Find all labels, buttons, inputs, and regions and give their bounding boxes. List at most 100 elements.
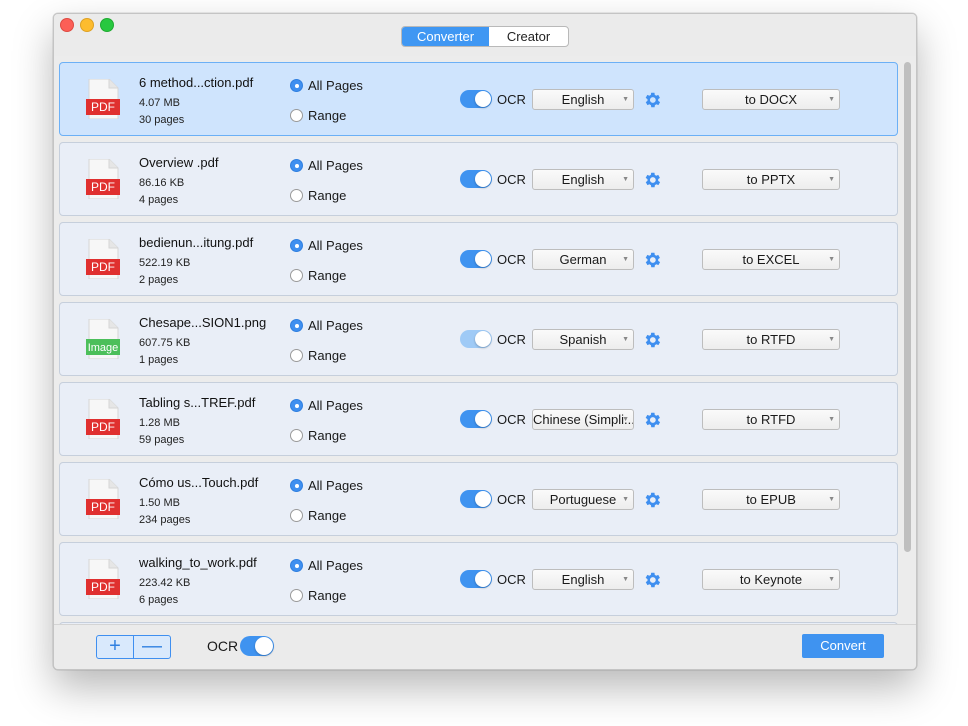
ocr-toggle[interactable] — [460, 250, 492, 268]
range-label[interactable]: Range — [308, 188, 346, 203]
range-radio[interactable] — [290, 109, 303, 122]
gear-icon[interactable] — [642, 410, 662, 430]
global-ocr-toggle[interactable] — [240, 636, 274, 656]
file-row[interactable]: PDF walking_to_work.pdf 223.42 KB 6 pages Al… — [59, 542, 898, 616]
ocr-toggle[interactable] — [460, 330, 492, 348]
language-select[interactable]: Spanish ▼ — [532, 329, 634, 350]
output-format-value: to RTFD — [746, 332, 796, 347]
file-page-count: 59 pages — [139, 434, 185, 446]
all-pages-label[interactable]: All Pages — [308, 478, 363, 493]
output-format-select[interactable]: to RTFD ▼ — [702, 409, 840, 430]
pdf-file-icon: PDF — [86, 478, 120, 520]
all-pages-radio[interactable] — [290, 159, 303, 172]
range-radio[interactable] — [290, 189, 303, 202]
all-pages-radio[interactable] — [290, 559, 303, 572]
ocr-toggle[interactable] — [460, 170, 492, 188]
file-type-label: PDF — [91, 500, 115, 514]
global-ocr-label: OCR — [207, 638, 239, 654]
all-pages-label[interactable]: All Pages — [308, 558, 363, 573]
remove-file-button[interactable]: — — [134, 636, 170, 658]
file-type-label: PDF — [91, 100, 115, 114]
gear-icon[interactable] — [642, 170, 662, 190]
all-pages-radio[interactable] — [290, 79, 303, 92]
all-pages-label[interactable]: All Pages — [308, 318, 363, 333]
output-format-select[interactable]: to EPUB ▼ — [702, 489, 840, 510]
range-radio[interactable] — [290, 349, 303, 362]
app-window: Converter Creator PDF 6 method...ction.pd… — [53, 13, 917, 670]
file-list: PDF 6 method...ction.pdf 4.07 MB 30 pages Al… — [54, 56, 916, 624]
output-format-value: to Keynote — [739, 572, 803, 587]
language-select[interactable]: Chinese (Simpli... ▼ — [532, 409, 634, 430]
chevron-down-icon: ▼ — [622, 576, 629, 583]
language-select[interactable]: English ▼ — [532, 169, 634, 190]
language-value: Spanish — [559, 332, 607, 347]
file-row[interactable]: PDF bedienun...itung.pdf 522.19 KB 2 pages A… — [59, 222, 898, 296]
file-size: 607.75 KB — [139, 337, 191, 349]
range-radio[interactable] — [290, 429, 303, 442]
ocr-toggle[interactable] — [460, 410, 492, 428]
chevron-down-icon: ▼ — [828, 496, 835, 503]
all-pages-radio[interactable] — [290, 319, 303, 332]
all-pages-label[interactable]: All Pages — [308, 78, 363, 93]
gear-icon[interactable] — [642, 250, 662, 270]
language-select[interactable]: Portuguese ▼ — [532, 489, 634, 510]
gear-icon[interactable] — [642, 570, 662, 590]
all-pages-radio[interactable] — [290, 239, 303, 252]
output-format-select[interactable]: to PPTX ▼ — [702, 169, 840, 190]
gear-icon[interactable] — [642, 330, 662, 350]
output-format-select[interactable]: to EXCEL ▼ — [702, 249, 840, 270]
file-type-label: PDF — [91, 580, 115, 594]
chevron-down-icon: ▼ — [828, 576, 835, 583]
zoom-window-button[interactable] — [100, 18, 114, 32]
add-file-button[interactable]: + — [97, 636, 133, 658]
all-pages-label[interactable]: All Pages — [308, 398, 363, 413]
range-radio[interactable] — [290, 509, 303, 522]
ocr-toggle[interactable] — [460, 570, 492, 588]
output-format-select[interactable]: to Keynote ▼ — [702, 569, 840, 590]
range-label[interactable]: Range — [308, 108, 346, 123]
tab-converter[interactable]: Converter — [402, 27, 489, 46]
tab-creator[interactable]: Creator — [489, 27, 568, 46]
language-select[interactable]: German ▼ — [532, 249, 634, 270]
language-select[interactable]: English ▼ — [532, 569, 634, 590]
scrollbar-thumb[interactable] — [904, 62, 911, 552]
file-size: 1.50 MB — [139, 497, 180, 509]
convert-button[interactable]: Convert — [802, 634, 884, 658]
all-pages-label[interactable]: All Pages — [308, 158, 363, 173]
language-select[interactable]: English ▼ — [532, 89, 634, 110]
file-row[interactable]: PDF 6 method...ction.pdf 4.07 MB 30 pages Al… — [59, 62, 898, 136]
range-label[interactable]: Range — [308, 588, 346, 603]
gear-icon[interactable] — [642, 90, 662, 110]
pdf-file-icon: PDF — [86, 238, 120, 280]
range-label[interactable]: Range — [308, 268, 346, 283]
language-value: English — [561, 172, 605, 187]
file-page-count: 30 pages — [139, 114, 185, 126]
title-bar: Converter Creator — [54, 14, 916, 56]
file-row[interactable]: PDF Overview .pdf 86.16 KB 4 pages All Pages… — [59, 142, 898, 216]
ocr-label: OCR — [497, 252, 526, 267]
chevron-down-icon: ▼ — [622, 256, 629, 263]
all-pages-radio[interactable] — [290, 399, 303, 412]
file-row[interactable]: PDF Cómo us...Touch.pdf 1.50 MB 234 pages Al… — [59, 462, 898, 536]
close-window-button[interactable] — [60, 18, 74, 32]
all-pages-radio[interactable] — [290, 479, 303, 492]
pdf-file-icon: PDF — [86, 558, 120, 600]
range-label[interactable]: Range — [308, 348, 346, 363]
file-row[interactable]: Image Chesape...SION1.png 607.75 KB 1 pages… — [59, 302, 898, 376]
ocr-toggle[interactable] — [460, 490, 492, 508]
minimize-window-button[interactable] — [80, 18, 94, 32]
file-name: 6 method...ction.pdf — [139, 75, 254, 90]
output-format-value: to DOCX — [744, 92, 797, 107]
output-format-select[interactable]: to DOCX ▼ — [702, 89, 840, 110]
gear-icon[interactable] — [642, 490, 662, 510]
file-type-label: Image — [88, 342, 119, 354]
file-row[interactable]: PDF Tabling s...TREF.pdf 1.28 MB 59 pages Al… — [59, 382, 898, 456]
range-label[interactable]: Range — [308, 428, 346, 443]
ocr-toggle[interactable] — [460, 90, 492, 108]
range-radio[interactable] — [290, 269, 303, 282]
range-label[interactable]: Range — [308, 508, 346, 523]
all-pages-label[interactable]: All Pages — [308, 238, 363, 253]
chevron-down-icon: ▼ — [828, 416, 835, 423]
range-radio[interactable] — [290, 589, 303, 602]
output-format-select[interactable]: to RTFD ▼ — [702, 329, 840, 350]
